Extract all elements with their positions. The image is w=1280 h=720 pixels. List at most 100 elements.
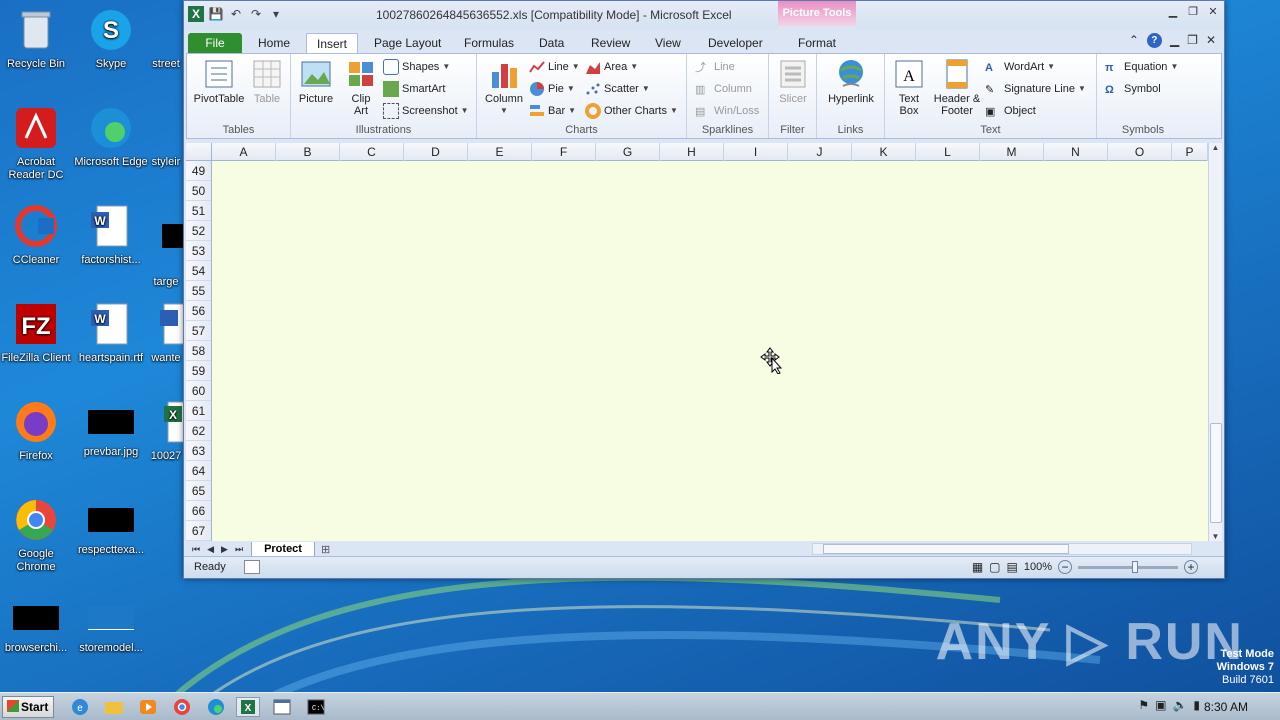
table-button[interactable]: Table [249,58,285,105]
window-taskbar-icon[interactable] [270,697,294,717]
desktop-icon-filezilla[interactable]: FZ FileZilla Client [0,300,74,365]
row-header[interactable]: 51 [186,201,211,221]
row-header[interactable]: 49 [186,161,211,181]
media-player-taskbar-icon[interactable] [136,697,160,717]
symbol-button[interactable]: Ω Symbol [1105,80,1161,98]
area-chart-button[interactable]: Area ▼ [585,58,638,76]
tab-formulas[interactable]: Formulas [454,33,524,53]
page-break-view-icon[interactable]: ▤ [1007,560,1018,574]
scroll-down-icon[interactable]: ▼ [1209,532,1222,541]
row-header[interactable]: 60 [186,381,211,401]
desktop-icon-recycle-bin[interactable]: Recycle Bin [0,6,74,71]
chrome-taskbar-icon[interactable] [170,697,194,717]
desktop-icon-browserchi[interactable]: browserchi... [0,594,74,655]
wordart-button[interactable]: A WordArt ▼ [985,58,1055,76]
desktop-icon-heartspain[interactable]: W heartspain.rtf [73,300,149,365]
macro-record-icon[interactable] [244,560,260,574]
column-header[interactable]: N [1044,143,1108,161]
row-header[interactable]: 66 [186,501,211,521]
bar-chart-button[interactable]: Bar ▼ [529,102,576,120]
desktop-icon-firefox[interactable]: Firefox [0,398,74,463]
zoom-slider-knob[interactable] [1132,560,1138,573]
row-header[interactable]: 61 [186,401,211,421]
page-layout-view-icon[interactable]: ▢ [989,560,1000,574]
first-sheet-icon[interactable]: ⏮ [192,544,200,555]
ie-taskbar-icon[interactable]: e [68,697,92,717]
column-header[interactable]: L [916,143,980,161]
desktop-icon-targe[interactable]: targe [148,202,184,289]
row-header[interactable]: 59 [186,361,211,381]
tab-file[interactable]: File [188,33,242,53]
sheet-tab-protect[interactable]: Protect [251,541,315,557]
excel-app-icon[interactable]: X [188,6,204,22]
column-header[interactable]: I [724,143,788,161]
smartart-button[interactable]: SmartArt [383,80,445,98]
desktop-icon-street[interactable]: street [148,6,184,71]
pie-chart-button[interactable]: Pie ▼ [529,80,575,98]
minimize-ribbon-icon[interactable]: ⌃ [1129,33,1139,48]
row-header[interactable]: 57 [186,321,211,341]
desktop-icon-edge[interactable]: Microsoft Edge [73,104,149,169]
column-header[interactable]: G [596,143,660,161]
desktop-icon-chrome[interactable]: Google Chrome [0,496,74,574]
maximize-icon[interactable]: ❐ [1186,5,1200,19]
desktop-icon-10027[interactable]: X 10027 [148,398,184,463]
row-header[interactable]: 65 [186,481,211,501]
title-bar[interactable]: X 💾 ↶ ↷ ▾ 10027860264845636552.xls [Comp… [184,1,1224,29]
clipart-button[interactable]: Clip Art [343,58,379,117]
desktop-icon-skype[interactable]: S Skype [73,6,149,71]
scroll-up-icon[interactable]: ▲ [1209,143,1222,152]
volume-icon[interactable]: 🔈 [1172,698,1187,712]
tab-view[interactable]: View [645,33,691,53]
column-header[interactable]: C [340,143,404,161]
row-header[interactable]: 50 [186,181,211,201]
signature-line-button[interactable]: ✎ Signature Line ▼ [985,80,1086,98]
column-header[interactable]: E [468,143,532,161]
zoom-slider[interactable] [1078,560,1178,573]
minimize-icon[interactable]: ▁ [1166,5,1180,19]
screenshot-button[interactable]: Screenshot ▼ [383,102,469,120]
normal-view-icon[interactable]: ▦ [972,560,983,574]
column-header[interactable]: P [1172,143,1208,161]
scatter-chart-button[interactable]: Scatter ▼ [585,80,650,98]
row-header[interactable]: 58 [186,341,211,361]
desktop-icon-wante[interactable]: wante [148,300,184,365]
cmd-taskbar-icon[interactable]: C:\ [304,697,328,717]
sparkline-winloss-button[interactable]: ▤ Win/Loss [695,102,759,120]
desktop-icon-acrobat[interactable]: Acrobat Reader DC [0,104,74,182]
zoom-in-icon[interactable]: + [1184,560,1198,574]
doc-minimize-icon[interactable]: ▁ [1170,33,1179,48]
sparkline-line-button[interactable]: ⤴ Line [695,58,735,76]
tab-home[interactable]: Home [248,33,300,53]
desktop-icon-respecttexa[interactable]: respecttexa... [73,496,149,557]
zoom-out-icon[interactable]: − [1058,560,1072,574]
other-charts-button[interactable]: Other Charts ▼ [585,102,678,120]
last-sheet-icon[interactable]: ⏭ [235,544,243,555]
column-header[interactable]: D [404,143,468,161]
select-all-corner[interactable] [186,143,212,161]
worksheet-picture-overlay[interactable] [212,161,1208,541]
tab-format[interactable]: Format [788,33,846,53]
vertical-scroll-thumb[interactable] [1210,423,1222,523]
undo-icon[interactable]: ↶ [228,6,244,22]
shapes-button[interactable]: Shapes ▼ [383,58,450,76]
horizontal-scrollbar[interactable] [812,543,1192,555]
prev-sheet-icon[interactable]: ◀ [207,544,214,555]
line-chart-button[interactable]: Line ▼ [529,58,580,76]
pivottable-button[interactable]: PivotTable [191,58,247,105]
picture-button[interactable]: Picture [295,58,337,105]
header-footer-button[interactable]: Header & Footer [931,58,983,117]
column-header[interactable]: F [532,143,596,161]
object-button[interactable]: ▣ Object [985,102,1036,120]
taskbar-clock[interactable]: 8:30 AM [1204,700,1248,714]
desktop-icon-styleir[interactable]: styleir [148,104,184,169]
row-header[interactable]: 67 [186,521,211,541]
column-header[interactable]: K [852,143,916,161]
zoom-level[interactable]: 100% [1024,561,1052,573]
horizontal-scroll-thumb[interactable] [823,544,1069,554]
power-icon[interactable]: ▮ [1193,698,1200,712]
close-icon[interactable]: ✕ [1206,5,1220,19]
flag-icon[interactable]: ⚑ [1138,698,1149,712]
column-header[interactable]: M [980,143,1044,161]
vertical-scrollbar[interactable]: ▲ ▼ [1208,143,1222,541]
